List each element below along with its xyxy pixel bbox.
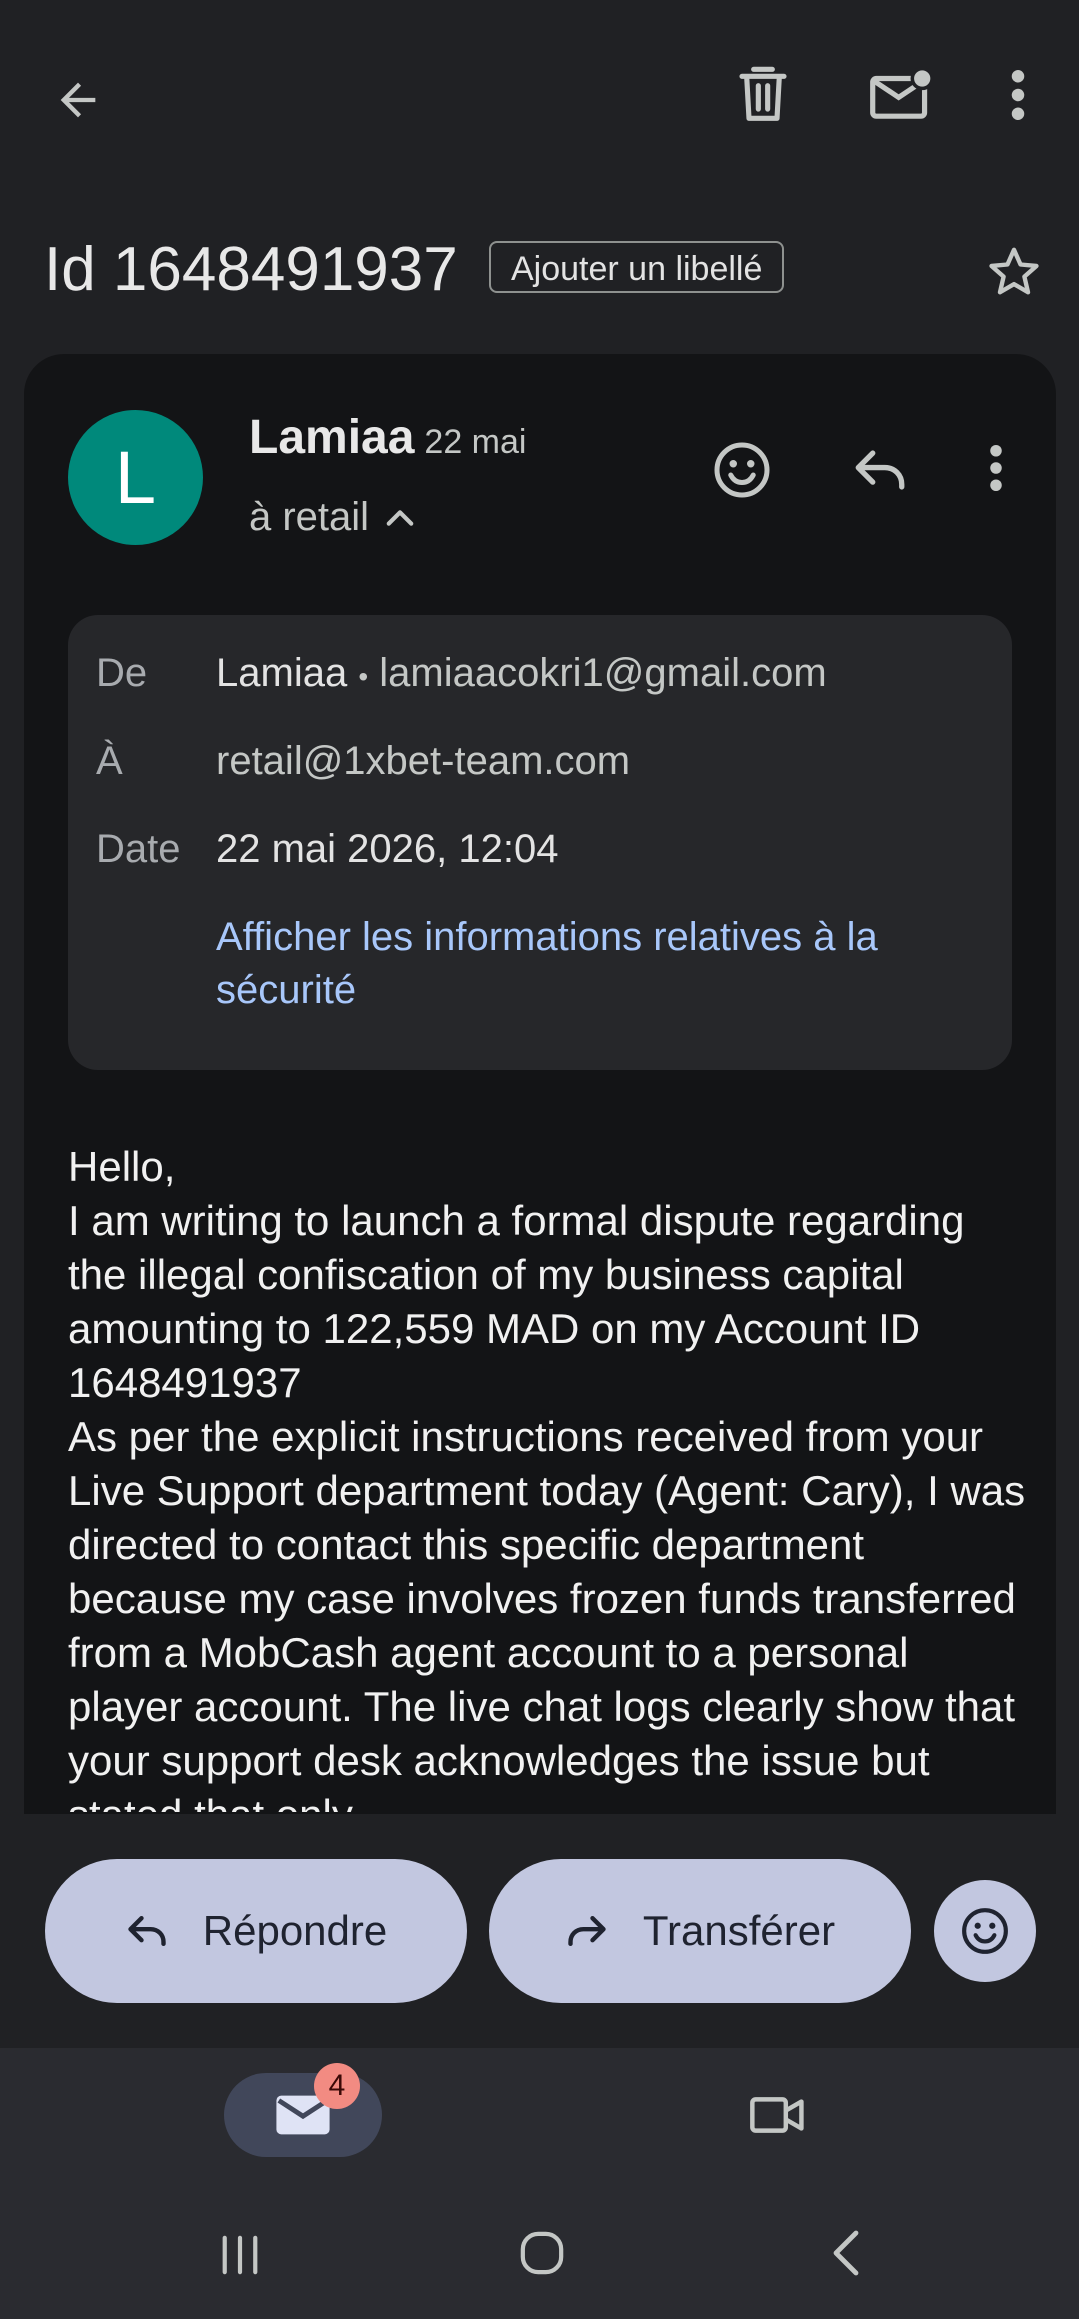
sender-line: Lamiaa 22 mai — [249, 410, 526, 465]
to-label: À — [96, 739, 123, 783]
chevron-left-icon — [833, 2230, 859, 2276]
home-icon — [520, 2231, 564, 2275]
mail-unread-icon — [870, 66, 934, 119]
reply-label: Répondre — [202, 1907, 388, 1954]
reply-icon — [855, 450, 905, 490]
forward-button[interactable]: Transférer — [489, 1859, 911, 2003]
body-paragraph: As per the explicit instructions receive… — [68, 1413, 1026, 1812]
delete-button[interactable] — [723, 55, 803, 135]
add-label-chip[interactable]: Ajouter un libellé — [489, 241, 785, 293]
add-reaction-button[interactable] — [700, 428, 784, 512]
message-date: 22 mai — [424, 423, 527, 461]
body-paragraph: Hello, — [68, 1143, 176, 1190]
recipient-summary-text: à retail — [249, 495, 370, 539]
recent-apps-button[interactable] — [200, 2215, 280, 2295]
from-name: Lamiaa — [216, 651, 348, 695]
security-info-link[interactable]: Afficher les informations relatives à la… — [216, 911, 976, 1017]
recipient-summary[interactable]: à retail — [249, 495, 415, 540]
chevron-up-icon — [386, 509, 414, 526]
from-separator: • — [358, 661, 369, 692]
message-more-button[interactable] — [956, 428, 1036, 508]
email-subject: Id 1648491937 — [44, 235, 458, 304]
more-vert-icon — [990, 445, 1002, 491]
body-paragraph: I am writing to launch a formal dispute … — [68, 1197, 965, 1406]
back-button[interactable] — [38, 60, 118, 140]
message-details: De Lamiaa • lamiaacokri1@gmail.com À ret… — [68, 615, 1012, 1070]
date-label: Date — [96, 827, 181, 871]
avatar[interactable]: L — [68, 410, 203, 545]
video-camera-icon — [750, 2097, 804, 2133]
date-value: 22 mai 2026, 12:04 — [216, 827, 559, 871]
message-body-text: Hello, I am writing to launch a formal d… — [68, 1140, 1028, 1812]
home-button[interactable] — [502, 2213, 582, 2293]
more-vert-icon — [1011, 70, 1025, 120]
message-body: Hello, I am writing to launch a formal d… — [0, 1140, 1079, 1812]
forward-icon — [568, 1915, 606, 1947]
star-button[interactable] — [974, 232, 1054, 312]
more-options-button[interactable] — [978, 55, 1058, 135]
mark-unread-button[interactable] — [856, 55, 946, 135]
trash-icon — [739, 66, 787, 121]
sender-name: Lamiaa — [249, 411, 415, 464]
to-value[interactable]: retail@1xbet-team.com — [216, 739, 630, 784]
from-value: Lamiaa • lamiaacokri1@gmail.com — [216, 651, 827, 696]
system-back-button[interactable] — [806, 2213, 886, 2293]
from-email[interactable]: lamiaacokri1@gmail.com — [379, 651, 826, 695]
forward-label: Transférer — [642, 1907, 836, 1954]
reply-icon-button[interactable] — [838, 428, 922, 512]
arrow-back-icon — [60, 82, 96, 118]
react-button[interactable] — [934, 1880, 1036, 1982]
nav-meet-tab[interactable] — [736, 2073, 820, 2157]
unread-count-badge: 4 — [314, 2063, 360, 2109]
emoji-icon — [962, 1908, 1008, 1954]
reply-button[interactable]: Répondre — [45, 1859, 467, 2003]
from-label: De — [96, 651, 148, 695]
top-app-bar — [0, 0, 1079, 190]
star-outline-icon — [989, 247, 1039, 295]
reply-icon — [128, 1915, 166, 1947]
recent-apps-icon — [222, 2235, 258, 2275]
emoji-icon — [714, 442, 770, 498]
